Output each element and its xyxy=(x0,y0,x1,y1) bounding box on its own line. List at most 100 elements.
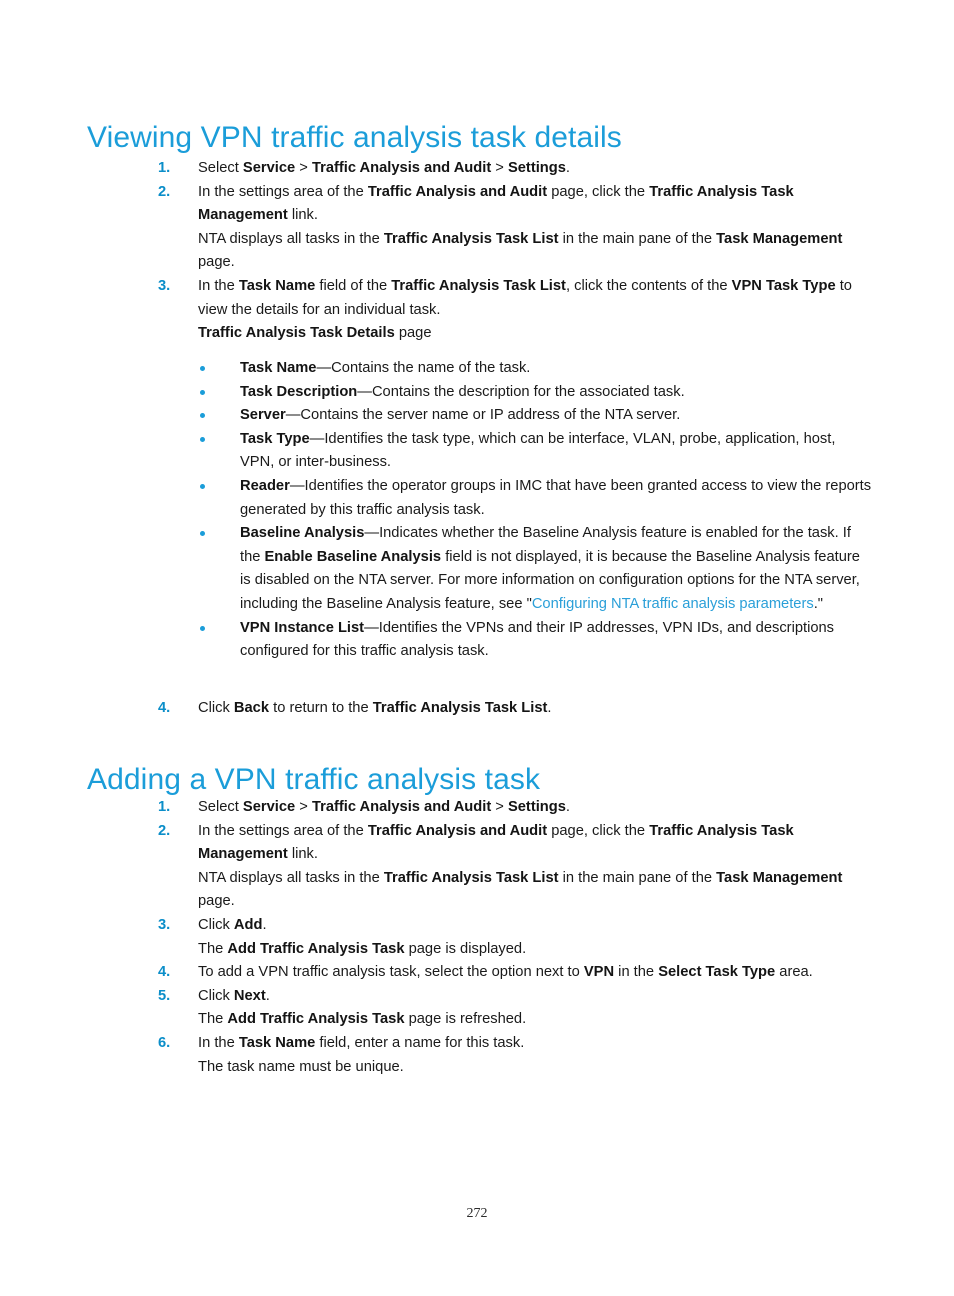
step-text: Click Next. xyxy=(198,985,872,1009)
text-run: page xyxy=(394,325,432,342)
step-number: 4. xyxy=(158,700,171,716)
bullet-list-item: VPN Instance List—Identifies the VPNs an… xyxy=(158,617,872,664)
bullet-list-item: Reader—Identifies the operator groups in… xyxy=(158,475,872,522)
step-continuation: The Add Traffic Analysis Task page is re… xyxy=(158,1008,872,1032)
text-run: area. xyxy=(775,964,813,981)
step-continuation: Traffic Analysis Task Details page xyxy=(158,322,872,346)
text-run: . xyxy=(547,700,552,716)
text-run: ." xyxy=(813,595,824,612)
bold-term: Baseline Analysis xyxy=(240,525,365,542)
step-number: 3. xyxy=(158,277,171,294)
text-run: Click xyxy=(198,987,234,1004)
section-2-step-list: 1. Select Service > Traffic Analysis and … xyxy=(158,796,872,1079)
step-text: In the Task Name field of the Traffic An… xyxy=(198,275,872,322)
step-continuation: The Add Traffic Analysis Task page is di… xyxy=(158,938,872,962)
step-continuation: NTA displays all tasks in the Traffic An… xyxy=(158,228,872,275)
bold-term: Task Description xyxy=(240,383,358,400)
bold-term: VPN Instance List xyxy=(240,619,365,636)
bullet-list-item: Task Type—Identifies the task type, whic… xyxy=(158,428,872,475)
step-number: 3. xyxy=(158,916,171,933)
section-1-step-list: 1. Select Service > Traffic Analysis and … xyxy=(158,157,872,346)
text-run: page. xyxy=(198,254,235,271)
bullet-dot-icon xyxy=(200,413,205,419)
text-run: . xyxy=(565,799,571,815)
step-number: 2. xyxy=(158,822,171,839)
bullet-text: Task Type—Identifies the task type, whic… xyxy=(240,428,872,475)
bold-term: Add xyxy=(233,916,263,933)
bold-term: Traffic Analysis Task Details xyxy=(198,325,395,342)
bold-term: Traffic Analysis and Audit xyxy=(311,799,492,815)
step-text: Click Back to return to the Traffic Anal… xyxy=(198,697,872,721)
text-run: link. xyxy=(287,846,318,863)
bold-term: Task Management xyxy=(716,869,843,886)
section-1-bullet-list: Task Name—Contains the name of the task.… xyxy=(158,357,872,664)
step-text: Traffic Analysis Task Details page xyxy=(198,325,432,341)
numbered-step: 2. In the settings area of the Traffic An… xyxy=(158,181,872,228)
text-run: page, click the xyxy=(547,822,650,839)
text-run: > xyxy=(295,799,312,815)
document-page: Viewing VPN traffic analysis task detail… xyxy=(0,0,954,1296)
text-run: in the xyxy=(614,964,659,981)
text-run: . xyxy=(262,916,267,933)
step-text: NTA displays all tasks in the Traffic An… xyxy=(198,231,842,271)
page-number: 272 xyxy=(466,1206,488,1221)
text-run: in the main pane of the xyxy=(558,869,717,886)
bold-term: Settings xyxy=(507,799,566,815)
numbered-step: 6. In the Task Name field, enter a name f… xyxy=(158,1032,872,1056)
step-text: Select Service > Traffic Analysis and Au… xyxy=(198,157,872,181)
numbered-step: 5. Click Next. xyxy=(158,985,872,1009)
text-run: —Contains the description for the associ… xyxy=(357,383,685,400)
bold-term: Task Management xyxy=(716,230,843,247)
text-run: in the main pane of the xyxy=(558,230,717,247)
step-text: In the Task Name field, enter a name for… xyxy=(198,1032,872,1056)
text-run: page. xyxy=(198,893,235,910)
bold-term: VPN Task Type xyxy=(731,277,836,294)
bullet-text: VPN Instance List—Identifies the VPNs an… xyxy=(240,617,872,664)
text-run: link. xyxy=(287,207,318,224)
text-run: To add a VPN traffic analysis task, sele… xyxy=(198,964,584,981)
text-run: In the settings area of the xyxy=(198,183,368,200)
text-run: The xyxy=(198,1011,228,1028)
bullet-list-item: Task Description—Contains the descriptio… xyxy=(158,381,872,405)
step-text: Click Add. xyxy=(198,914,872,938)
text-run: Select xyxy=(198,799,243,815)
step-number: 4. xyxy=(158,964,171,981)
section-heading-adding-a-vpn-traffic-analysis-task: Adding a VPN traffic analysis task xyxy=(87,763,541,797)
bullet-list-item: Task Name—Contains the name of the task. xyxy=(158,357,872,381)
bold-term: Next xyxy=(233,987,266,1004)
bullet-text: Baseline Analysis—Indicates whether the … xyxy=(240,522,872,616)
text-run: > xyxy=(295,160,312,176)
text-run: —Contains the name of the task. xyxy=(316,360,531,376)
bullet-dot-icon xyxy=(200,531,205,537)
text-run: —Contains the server name or IP address … xyxy=(285,407,681,424)
bullet-text: Task Name—Contains the name of the task. xyxy=(240,357,872,381)
text-run: to return to the xyxy=(269,700,373,716)
bold-term: Add Traffic Analysis Task xyxy=(227,940,405,957)
step-text: To add a VPN traffic analysis task, sele… xyxy=(198,961,872,985)
numbered-step: 4. Click Back to return to the Traffic An… xyxy=(158,697,872,721)
bold-term: Select Task Type xyxy=(658,964,776,981)
bullet-text: Reader—Identifies the operator groups in… xyxy=(240,475,872,522)
step-number: 6. xyxy=(158,1034,171,1051)
bold-term: Traffic Analysis Task List xyxy=(391,277,566,294)
text-run: page, click the xyxy=(547,183,650,200)
bold-term: Settings xyxy=(507,160,566,176)
bullet-list-item: Server—Contains the server name or IP ad… xyxy=(158,404,872,428)
step-number: 1. xyxy=(158,799,171,815)
text-run: Click xyxy=(198,700,234,716)
bold-term: Reader xyxy=(240,477,290,494)
bold-term: Service xyxy=(242,799,296,815)
bold-term: Traffic Analysis and Audit xyxy=(367,822,548,839)
step-text: The Add Traffic Analysis Task page is re… xyxy=(198,1011,526,1027)
section-1-final-steps: 4. Click Back to return to the Traffic An… xyxy=(158,697,872,721)
bold-term: Traffic Analysis and Audit xyxy=(311,160,492,176)
text-run: NTA displays all tasks in the xyxy=(198,869,384,886)
bold-term: Traffic Analysis Task List xyxy=(372,700,548,716)
numbered-step: 4. To add a VPN traffic analysis task, se… xyxy=(158,961,872,985)
text-run: . xyxy=(265,987,270,1004)
step-number: 5. xyxy=(158,987,171,1004)
bold-term: Task Name xyxy=(240,360,317,376)
text-run: field of the xyxy=(315,277,392,294)
bold-term: Traffic Analysis Task List xyxy=(383,230,559,247)
cross-reference-link[interactable]: Configuring NTA traffic analysis paramet… xyxy=(532,596,814,612)
